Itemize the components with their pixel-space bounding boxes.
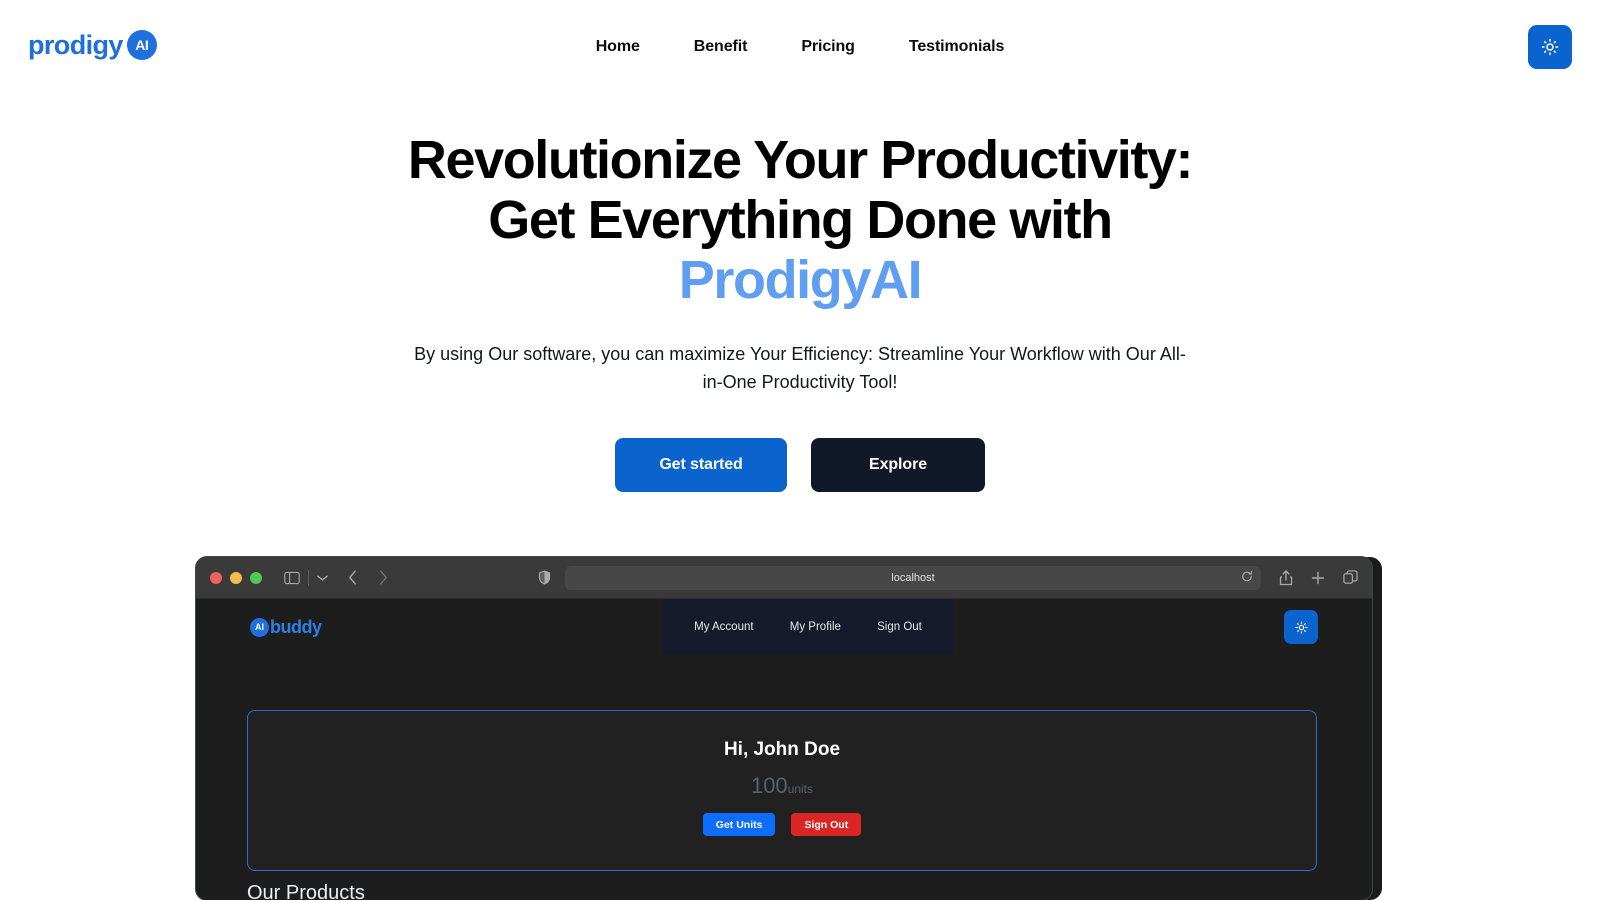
shield-glyph — [538, 570, 551, 585]
units-label: units — [787, 782, 814, 796]
minimize-window-button[interactable] — [230, 571, 242, 584]
hero-title-line-2: Get Everything Done with — [488, 190, 1113, 250]
hero-subtitle: By using Our software, you can maximize … — [0, 340, 1600, 396]
shield-icon — [538, 570, 551, 585]
hero-section: Revolutionize Your Productivity: Get Eve… — [0, 130, 1600, 492]
chevron-down-icon[interactable] — [317, 574, 328, 582]
hero-title-accent: ProdigyAI — [678, 250, 923, 310]
explore-button[interactable]: Explore — [811, 438, 985, 492]
app-theme-toggle-button[interactable] — [1284, 610, 1318, 644]
app-menu-item-sign-out[interactable]: Sign Out — [877, 621, 922, 633]
back-arrow-icon[interactable] — [348, 570, 357, 585]
app-navbar: AI buddy My Account My Profile Sign Out — [196, 599, 1372, 655]
tabs-icon[interactable] — [1343, 570, 1358, 585]
nav-item-home[interactable]: Home — [596, 38, 640, 56]
app-menu-item-my-profile[interactable]: My Profile — [790, 621, 841, 633]
plus-icon[interactable] — [1311, 571, 1325, 585]
window-controls — [210, 571, 262, 584]
nav-item-pricing[interactable]: Pricing — [801, 38, 855, 56]
address-bar[interactable]: localhost — [565, 565, 1261, 590]
embedded-app: AI buddy My Account My Profile Sign Out … — [196, 599, 1372, 900]
address-bar-url: localhost — [891, 571, 935, 584]
our-products-heading: Our Products — [247, 882, 365, 900]
units-value: 100 — [750, 773, 788, 798]
hero-subtitle-text: By using Our software, you can maximize … — [414, 344, 1186, 392]
browser-chrome: localhost — [196, 557, 1372, 599]
sign-out-button[interactable]: Sign Out — [791, 813, 862, 836]
aibuddy-logo[interactable]: AI buddy — [250, 617, 322, 638]
chrome-divider — [308, 569, 309, 586]
page-title: Revolutionize Your Productivity: Get Eve… — [0, 130, 1600, 310]
account-summary-panel: Hi, John Doe 100units Get Units Sign Out — [247, 710, 1317, 871]
nav-item-benefit[interactable]: Benefit — [694, 38, 748, 56]
browser-mockup: localhost AI buddy My Account My Profile… — [196, 557, 1382, 900]
get-started-button[interactable]: Get started — [615, 438, 787, 492]
maximize-window-button[interactable] — [250, 571, 262, 584]
main-nav: Home Benefit Pricing Testimonials — [0, 0, 1600, 94]
hero-title-line-1: Revolutionize Your Productivity: — [407, 130, 1194, 190]
sun-icon — [1294, 620, 1308, 634]
theme-toggle-button[interactable] — [1528, 25, 1572, 69]
close-window-button[interactable] — [210, 571, 222, 584]
aibuddy-wordmark: buddy — [270, 616, 322, 637]
app-menu: My Account My Profile Sign Out — [662, 599, 954, 655]
app-menu-item-my-account[interactable]: My Account — [694, 621, 753, 633]
hero-cta-row: Get started Explore — [0, 438, 1600, 492]
get-units-button[interactable]: Get Units — [702, 813, 776, 836]
units-display: 100units — [751, 773, 813, 799]
nav-item-testimonials[interactable]: Testimonials — [909, 38, 1005, 56]
chrome-right-icons — [1279, 569, 1358, 586]
aibuddy-badge-icon: AI — [250, 617, 269, 637]
share-icon[interactable] — [1279, 569, 1293, 586]
forward-arrow-icon[interactable] — [379, 570, 388, 585]
browser-window: localhost AI buddy My Account My Profile… — [196, 557, 1372, 900]
reload-icon[interactable] — [1241, 570, 1253, 586]
sidebar-icon[interactable] — [284, 571, 300, 585]
sun-icon — [1541, 38, 1559, 56]
greeting-text: Hi, John Doe — [723, 739, 841, 760]
top-navigation-bar: prodigy AI Home Benefit Pricing Testimon… — [0, 0, 1600, 94]
panel-button-row: Get Units Sign Out — [702, 813, 862, 836]
